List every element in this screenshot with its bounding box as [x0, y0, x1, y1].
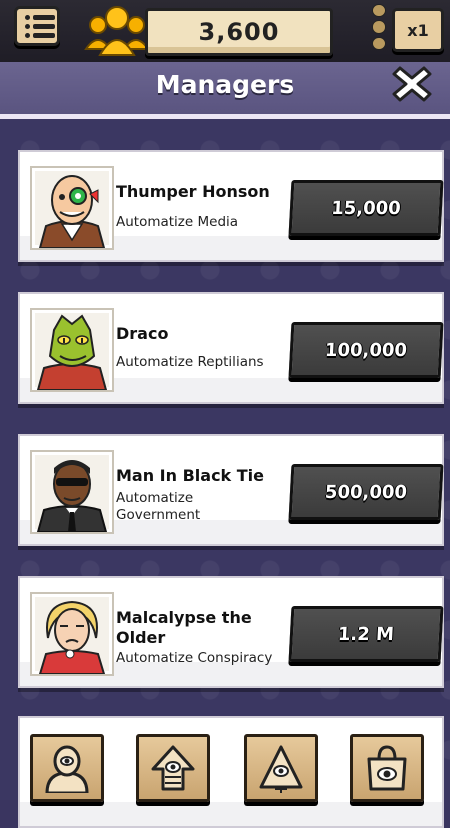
- menu-button[interactable]: [14, 6, 60, 46]
- bottom-nav: [0, 728, 450, 802]
- nav-upgrades-button[interactable]: [136, 734, 210, 802]
- hire-button[interactable]: 15,000: [288, 180, 444, 236]
- manager-card-draco: Draco Automatize Reptilians 100,000: [18, 292, 444, 404]
- nav-managers-button[interactable]: [30, 734, 104, 802]
- close-x-icon[interactable]: [392, 64, 432, 104]
- followers-icon: [84, 6, 150, 56]
- page-title: Managers: [155, 70, 295, 99]
- manager-card-man-in-black-tie: Man In Black Tie Automatize Government 5…: [18, 434, 444, 546]
- manager-name: Thumper Honson: [116, 182, 270, 201]
- manager-eye-icon: [45, 745, 89, 793]
- manager-portrait: [30, 308, 114, 392]
- manager-task: Automatize Reptilians: [116, 354, 264, 370]
- manager-name: Man In Black Tie: [116, 466, 265, 485]
- manager-portrait: [30, 166, 114, 250]
- top-bar: 3,600 x1: [0, 0, 450, 65]
- nav-illuminati-button[interactable]: [244, 734, 318, 802]
- hire-button[interactable]: 1.2 M: [288, 606, 444, 662]
- manager-card-thumper-honson: Thumper Honson Automatize Media 15,000: [18, 150, 444, 262]
- hire-button[interactable]: 100,000: [288, 322, 444, 378]
- nav-shop-button[interactable]: [350, 734, 424, 802]
- shop-bag-eye-icon: [367, 745, 407, 791]
- manager-task: Automatize Conspiracy: [116, 650, 273, 666]
- manager-card-malcalypse: Malcalypse the Older Automatize Conspira…: [18, 576, 444, 688]
- manager-portrait: [30, 592, 114, 676]
- list-icon: [25, 14, 57, 20]
- manager-task: Automatize Media: [116, 214, 239, 230]
- multiplier-button[interactable]: x1: [392, 8, 444, 52]
- manager-name: Draco: [116, 324, 169, 343]
- hire-button[interactable]: 500,000: [288, 464, 444, 520]
- manager-name: Malcalypse the Older: [116, 608, 252, 647]
- upgrade-arrow-eye-icon: [151, 745, 195, 791]
- manager-portrait: [30, 450, 114, 534]
- manager-task: Automatize Government: [116, 490, 201, 523]
- header: Managers: [0, 62, 450, 119]
- followers-counter: 3,600: [145, 8, 333, 56]
- vertical-dots-icon[interactable]: [372, 4, 386, 50]
- pyramid-eye-icon: [259, 745, 303, 793]
